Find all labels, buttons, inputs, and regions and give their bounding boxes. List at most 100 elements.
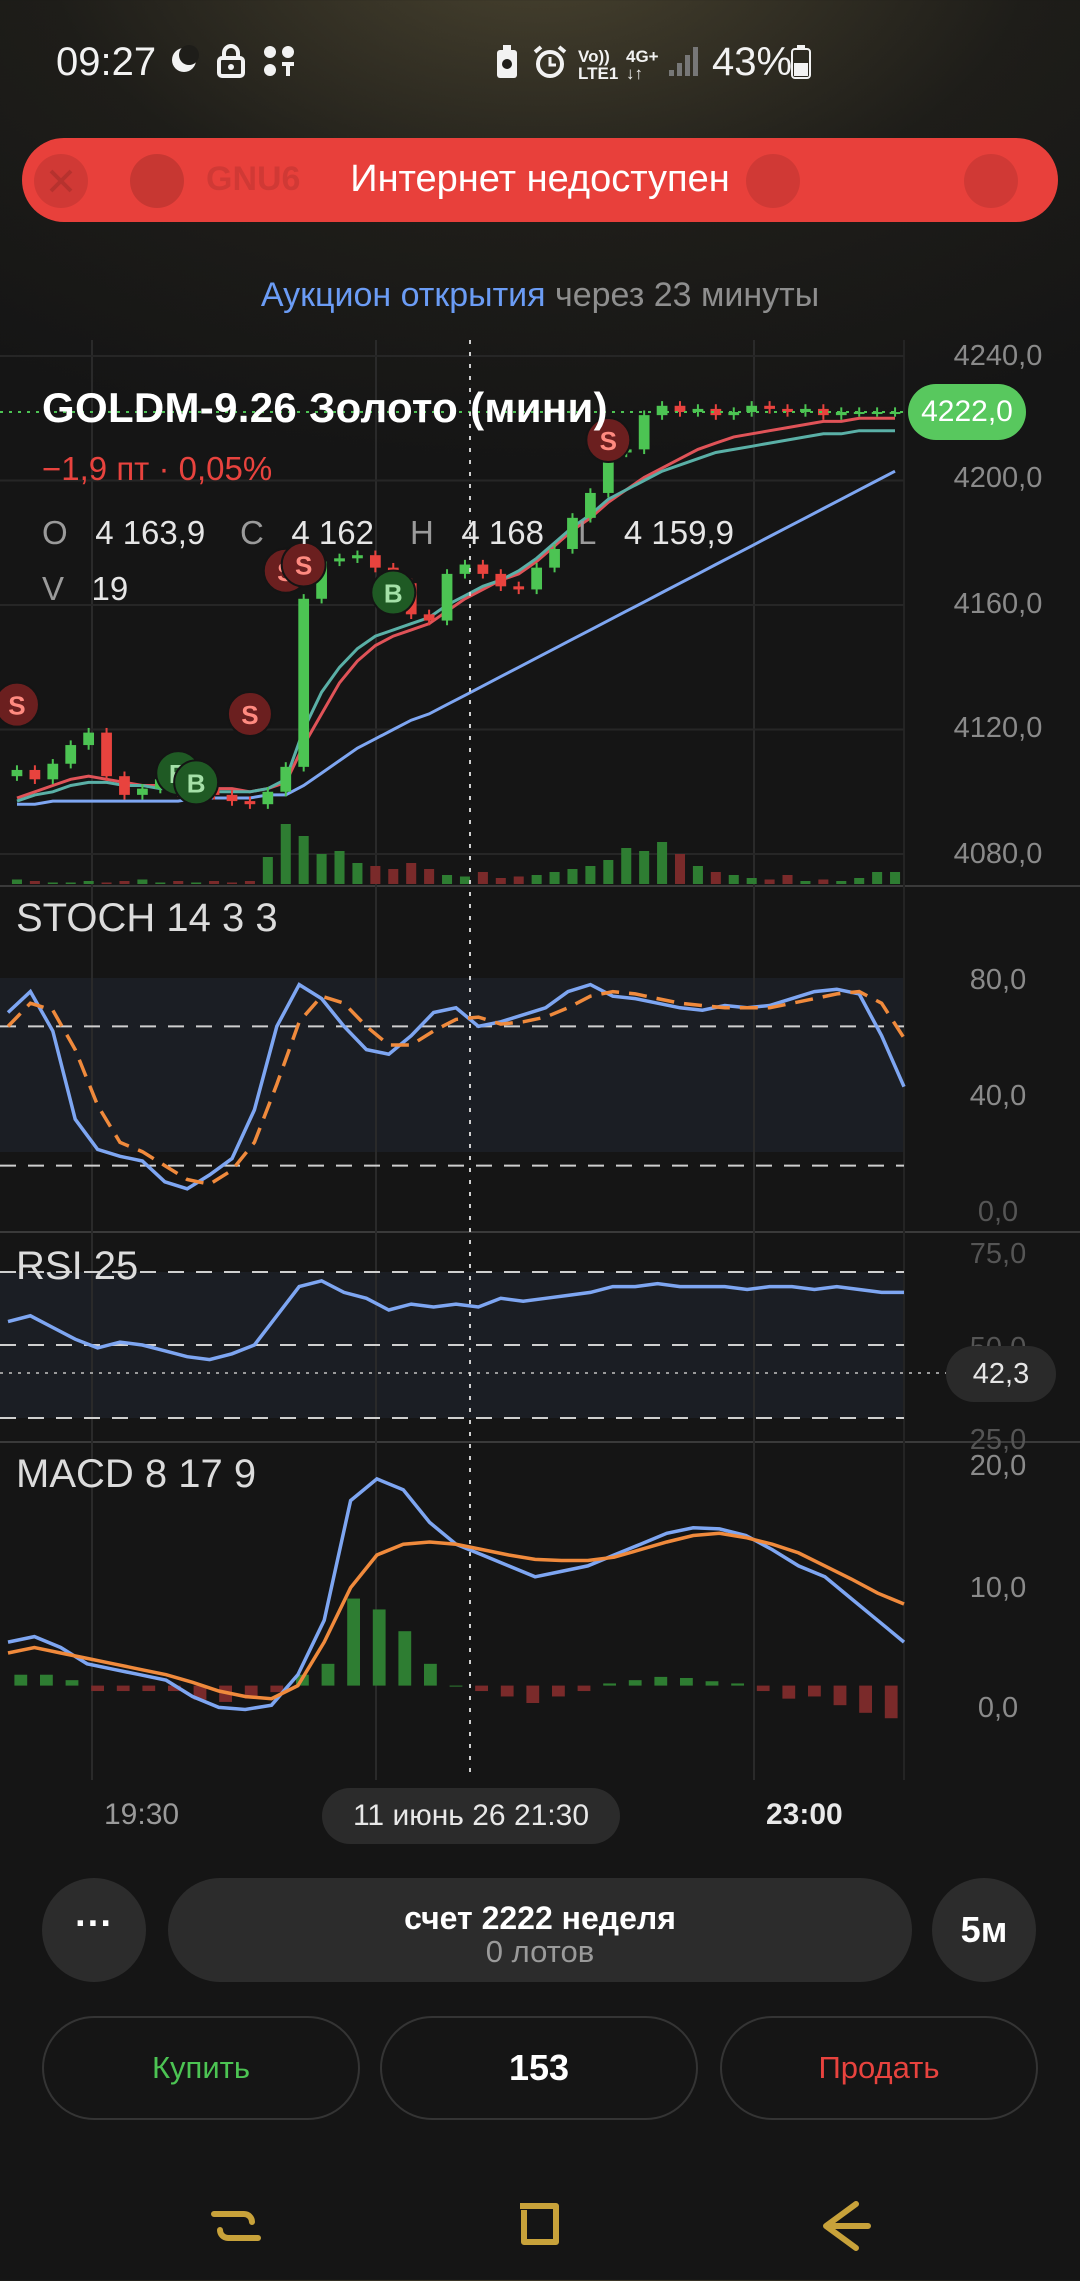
volume-bar — [11, 879, 22, 884]
more-button[interactable]: ··· — [42, 1878, 146, 1982]
volume-bar — [406, 863, 417, 884]
volume-bar — [800, 881, 811, 884]
account-lots: 0 лотов — [485, 1934, 595, 1969]
macd-histogram-bar — [321, 1663, 335, 1686]
volume-bar — [119, 881, 130, 884]
candle-body — [369, 555, 381, 568]
macd-histogram-bar — [603, 1683, 616, 1686]
candle-body — [244, 801, 256, 805]
volume-bar — [83, 881, 94, 884]
volume-bar — [388, 869, 399, 884]
macd-histogram-bar — [654, 1676, 668, 1686]
macd-histogram-bar — [40, 1674, 53, 1686]
macd-histogram-bar — [731, 1683, 744, 1686]
volume-bar — [782, 875, 793, 884]
volume-bar — [47, 882, 58, 884]
volume-bar — [549, 872, 560, 884]
instrument-title: GOLDM-9.26 Золото (мини) — [42, 384, 608, 431]
buy-button[interactable]: Купить — [42, 2016, 360, 2120]
volume-bar — [603, 860, 614, 884]
stoch-axis-label: 80,0 — [969, 964, 1027, 996]
macd-histogram-bar — [577, 1685, 591, 1692]
macd-histogram-bar — [424, 1663, 437, 1686]
volume-bar — [513, 876, 524, 884]
candle-body — [65, 745, 77, 764]
macd-axis-label: 0,0 — [977, 1692, 1019, 1724]
home-icon[interactable] — [490, 2176, 590, 2276]
volume-bar — [854, 878, 865, 884]
macd-axis-label: 20,0 — [969, 1450, 1027, 1482]
recent-apps-icon[interactable] — [186, 2176, 286, 2276]
macd-histogram-bar — [680, 1677, 693, 1686]
macd-series-line — [7, 1476, 906, 1712]
candle-body — [47, 763, 59, 780]
volume-bar — [459, 876, 470, 884]
volume-bar — [29, 881, 40, 884]
candle-body — [423, 614, 435, 621]
volume-bar — [442, 875, 453, 884]
candle-body — [441, 573, 453, 621]
macd-histogram-bar — [552, 1685, 565, 1697]
candle-body — [513, 586, 525, 590]
candle-body — [352, 555, 363, 559]
sell-signal-label: S — [8, 691, 25, 721]
candle-body — [638, 415, 650, 450]
stoch-axis-label: 0,0 — [977, 1196, 1019, 1228]
volume-bar — [280, 824, 291, 884]
macd-histogram-bar — [270, 1685, 284, 1693]
volume-bar — [710, 872, 721, 884]
candle-body — [11, 769, 23, 777]
ohlc-open: O 4 163,9 — [42, 514, 206, 551]
candle-body — [656, 405, 668, 416]
price-change: −1,9 пт · 0,05% — [42, 450, 273, 487]
volume-bar — [173, 881, 184, 884]
sell-button[interactable]: Продать — [720, 2016, 1038, 2120]
candle-body — [29, 769, 41, 780]
account-selector[interactable]: счет 2222 неделя 0 лотов — [168, 1878, 912, 1982]
macd-histogram-bar — [705, 1681, 719, 1686]
ohlc-close: C 4 162 — [240, 514, 374, 551]
volume-bar — [137, 879, 148, 884]
candle-body — [83, 732, 95, 746]
volume-bar — [101, 882, 112, 884]
volume-bar — [567, 869, 578, 884]
candle-body — [567, 517, 578, 549]
candle-body — [280, 766, 292, 792]
volume-bar — [155, 882, 166, 884]
macd-histogram-bar — [628, 1680, 642, 1686]
candle-body — [298, 598, 310, 767]
candle-body — [764, 405, 775, 409]
sell-signal-label: S — [295, 551, 312, 581]
volume-bar — [191, 882, 202, 884]
time-label-left: 19:30 — [104, 1798, 180, 1831]
volume-bar — [209, 881, 220, 884]
volume-bar — [764, 879, 775, 884]
volume-bar — [692, 866, 703, 884]
volume-bar — [836, 881, 847, 884]
volume-bar — [639, 851, 650, 884]
quantity-input[interactable]: 153 — [380, 2016, 698, 2120]
macd-axis-label: 10,0 — [969, 1572, 1027, 1604]
macd-histogram-bar — [475, 1685, 488, 1692]
back-icon[interactable] — [794, 2176, 894, 2276]
macd-histogram-bar — [884, 1685, 898, 1719]
candle-body — [226, 794, 238, 802]
macd-histogram-bar — [808, 1685, 821, 1697]
sell-signal-label: S — [241, 700, 258, 730]
volume-bar — [818, 879, 829, 884]
candle-body — [101, 732, 112, 777]
candle-body — [262, 791, 274, 805]
volume-bar — [890, 872, 901, 884]
buy-signal-label: B — [187, 768, 206, 798]
macd-label: MACD 8 17 9 — [16, 1452, 257, 1496]
macd-histogram-bar — [91, 1685, 104, 1692]
ohlc-low: L 4 159,9 — [578, 514, 734, 551]
macd-histogram-bar — [526, 1685, 540, 1704]
volume-bar — [352, 863, 363, 884]
macd-histogram-bar — [116, 1685, 130, 1692]
macd-histogram-bar — [859, 1685, 872, 1713]
ohlc-volume: V 19 — [42, 570, 129, 607]
candle-body — [459, 564, 471, 574]
crosshair-time-badge: 11 июнь 26 21:30 — [322, 1788, 620, 1844]
timeframe-button[interactable]: 5м — [932, 1878, 1036, 1982]
